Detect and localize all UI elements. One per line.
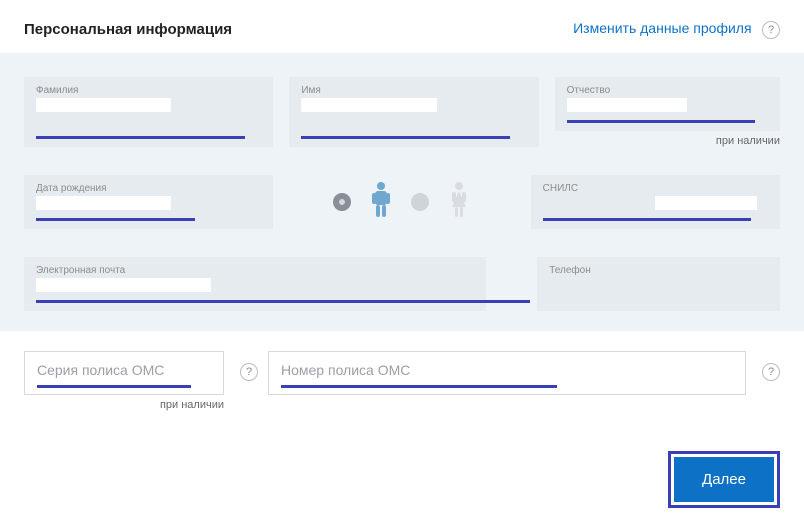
surname-value: [36, 98, 171, 112]
oms-number-placeholder: Номер полиса ОМС: [281, 362, 410, 378]
patronymic-value: [567, 98, 688, 112]
email-label: Электронная почта: [36, 265, 474, 276]
oms-series-hint: при наличии: [24, 399, 224, 411]
phone-field[interactable]: Телефон: [537, 257, 780, 311]
row-3: Электронная почта Телефон: [24, 257, 780, 311]
patronymic-field[interactable]: Отчество: [555, 77, 780, 131]
header-actions: Изменить данные профиля ?: [573, 20, 780, 39]
edit-profile-link[interactable]: Изменить данные профиля: [573, 20, 751, 36]
row-2: Дата рождения: [24, 175, 780, 229]
name-field[interactable]: Имя: [289, 77, 538, 147]
underline: [36, 300, 530, 303]
female-icon: [447, 181, 471, 224]
birthdate-field[interactable]: Дата рождения: [24, 175, 273, 229]
underline: [281, 385, 557, 388]
patronymic-hint: при наличии: [555, 135, 780, 147]
gender-selector: [289, 175, 514, 229]
gender-female-radio[interactable]: [411, 193, 429, 211]
underline: [543, 218, 752, 221]
gender-male-radio[interactable]: [333, 193, 351, 211]
male-icon: [369, 181, 393, 224]
header: Персональная информация Изменить данные …: [0, 0, 804, 53]
oms-number-field[interactable]: Номер полиса ОМС: [268, 351, 746, 395]
snils-field[interactable]: СНИЛС: [531, 175, 780, 229]
help-icon[interactable]: ?: [240, 363, 258, 381]
oms-series-placeholder: Серия полиса ОМС: [37, 362, 164, 378]
underline: [36, 136, 245, 139]
help-icon[interactable]: ?: [762, 363, 780, 381]
help-icon[interactable]: ?: [762, 21, 780, 39]
oms-row: Серия полиса ОМС при наличии ? Номер пол…: [0, 331, 804, 411]
underline: [37, 385, 191, 388]
name-value: [301, 98, 436, 112]
underline: [301, 136, 510, 139]
form-area: Фамилия Имя Отчество при наличии: [0, 53, 804, 331]
patronymic-label: Отчество: [567, 85, 768, 96]
snils-value: [655, 196, 756, 210]
page-title: Персональная информация: [24, 21, 232, 38]
underline: [567, 120, 755, 123]
surname-field[interactable]: Фамилия: [24, 77, 273, 147]
oms-series-field[interactable]: Серия полиса ОМС: [24, 351, 224, 395]
next-button[interactable]: Далее: [674, 457, 774, 502]
surname-label: Фамилия: [36, 85, 261, 96]
next-button-highlight: Далее: [668, 451, 780, 508]
footer: Далее: [0, 411, 804, 520]
phone-label: Телефон: [549, 265, 768, 276]
underline: [36, 218, 195, 221]
email-field[interactable]: Электронная почта: [24, 257, 486, 311]
birthdate-value: [36, 196, 171, 210]
birthdate-label: Дата рождения: [36, 183, 261, 194]
email-value: [36, 278, 211, 292]
snils-label: СНИЛС: [543, 183, 768, 194]
name-label: Имя: [301, 85, 526, 96]
row-1: Фамилия Имя Отчество при наличии: [24, 77, 780, 147]
